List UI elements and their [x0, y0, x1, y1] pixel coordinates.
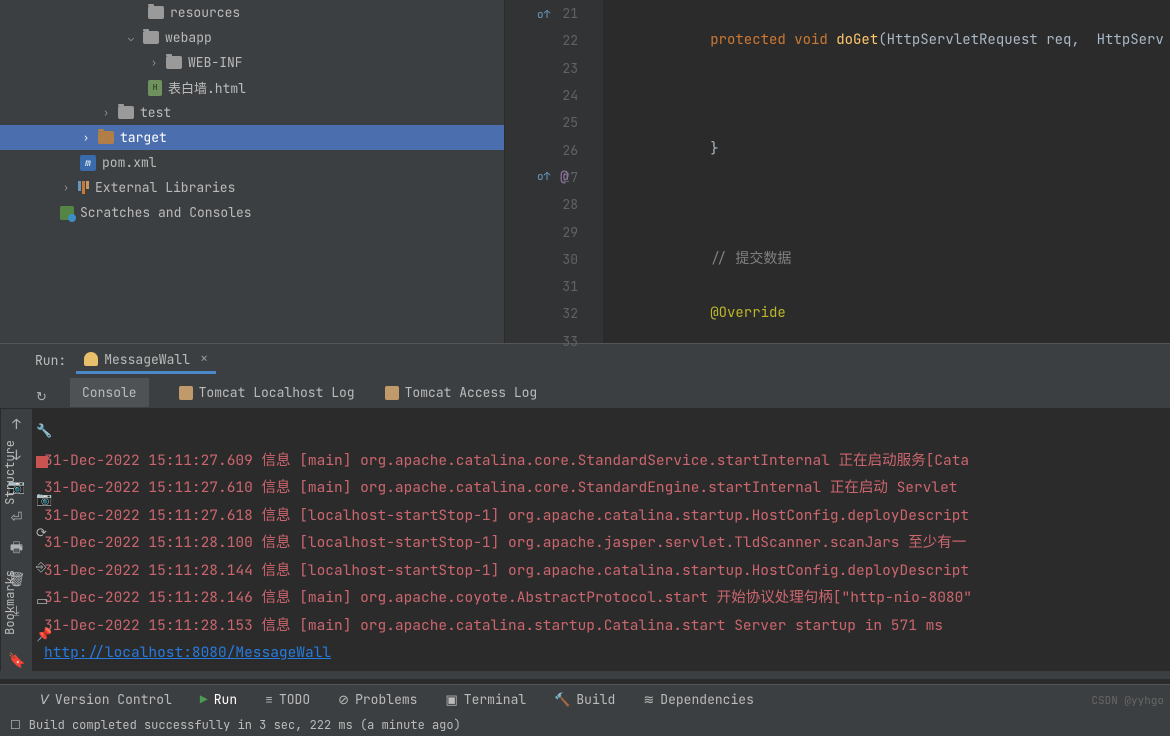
chevron-down-icon: ⌄ — [125, 32, 137, 44]
run-config-tab[interactable]: MessageWall × — [76, 347, 216, 374]
annotation-icon: @ — [560, 164, 568, 191]
maven-icon: m — [80, 155, 96, 171]
log-line: 31-Dec-2022 15:11:28.100 信息 [localhost-s… — [44, 533, 966, 552]
exit-icon[interactable]: ⎆ — [36, 558, 56, 578]
chevron-right-icon: › — [148, 57, 160, 69]
tree-html-file[interactable]: H 表白墙.html — [0, 75, 504, 100]
run-button[interactable]: ▶Run — [200, 691, 237, 708]
override-marker-icon[interactable]: o↑ — [537, 164, 550, 191]
close-icon[interactable]: × — [200, 350, 208, 368]
log-line: 31-Dec-2022 15:11:28.153 信息 [main] org.a… — [44, 616, 943, 635]
tree-label: pom.xml — [102, 154, 157, 171]
code-content[interactable]: protected void doGet(HttpServletRequest … — [603, 0, 1170, 343]
console-tab[interactable]: Console — [70, 378, 149, 407]
tree-webapp[interactable]: ⌄ webapp — [0, 25, 504, 50]
tomcat-icon — [179, 386, 193, 400]
folder-icon — [143, 31, 159, 44]
override-marker-icon[interactable]: o↑ — [537, 2, 550, 29]
console-output[interactable]: 31-Dec-2022 15:11:27.609 信息 [main] org.a… — [32, 409, 1170, 671]
log-line: 31-Dec-2022 15:11:27.610 信息 [main] org.a… — [44, 478, 966, 497]
todo-button[interactable]: ≡TODO — [265, 691, 310, 708]
deploy-icon[interactable]: ⟳ — [36, 524, 56, 544]
run-label: Run: — [35, 352, 66, 369]
folder-icon — [166, 56, 182, 69]
status-icon: ☐ — [10, 717, 21, 733]
structure-tool-button[interactable]: Structure — [2, 440, 18, 505]
bookmarks-tool-button[interactable]: Bookmarks — [2, 570, 18, 635]
version-control-button[interactable]: 𝘝Version Control — [40, 691, 172, 708]
chevron-right-icon: › — [80, 132, 92, 144]
tree-label: Scratches and Consoles — [80, 204, 252, 221]
scratch-icon — [60, 206, 74, 220]
tree-test[interactable]: › test — [0, 100, 504, 125]
watermark: CSDN @yyhgo — [1091, 694, 1164, 708]
up-arrow-icon[interactable]: ↑ — [7, 415, 27, 435]
tree-resources[interactable]: resources — [0, 0, 504, 25]
html-file-icon: H — [148, 80, 162, 96]
soft-wrap-icon[interactable]: ⏎ — [7, 508, 27, 528]
pin-icon[interactable]: 📌 — [36, 626, 56, 646]
folder-icon — [118, 106, 134, 119]
folder-icon — [98, 131, 114, 144]
tree-label: resources — [170, 4, 240, 21]
tree-label: External Libraries — [95, 179, 235, 196]
tree-target[interactable]: › target — [0, 125, 504, 150]
wrench-icon[interactable]: 🔧 — [36, 422, 56, 442]
tree-external-libraries[interactable]: › External Libraries — [0, 175, 504, 200]
terminal-button[interactable]: ▣Terminal — [445, 691, 526, 708]
bottom-tool-bar: 𝘝Version Control ▶Run ≡TODO ⊘Problems ▣T… — [0, 684, 1170, 714]
library-icon — [78, 181, 89, 194]
status-text: Build completed successfully in 3 sec, 2… — [29, 717, 461, 733]
tree-label: 表白墙.html — [168, 78, 246, 97]
server-url-link[interactable]: http://localhost:8080/MessageWall — [44, 643, 331, 662]
tree-label: webapp — [165, 29, 212, 46]
folder-icon — [148, 6, 164, 19]
log-line: 31-Dec-2022 15:11:27.609 信息 [main] org.a… — [44, 451, 969, 470]
tree-label: WEB-INF — [188, 54, 243, 71]
code-editor[interactable]: o↑21 22 23 24 25 26 o↑@27 28 29 30 31 32… — [505, 0, 1170, 343]
tomcat-run-icon — [84, 352, 98, 366]
tree-webinf[interactable]: › WEB-INF — [0, 50, 504, 75]
tomcat-icon — [385, 386, 399, 400]
editor-gutter: o↑21 22 23 24 25 26 o↑@27 28 29 30 31 32… — [505, 0, 603, 343]
tree-label: test — [140, 104, 171, 121]
camera-icon[interactable]: 📷 — [36, 490, 56, 510]
print-icon[interactable]: 🖶 — [7, 539, 27, 559]
log-line: 31-Dec-2022 15:11:27.618 信息 [localhost-s… — [44, 506, 969, 525]
tree-scratches[interactable]: Scratches and Consoles — [0, 200, 504, 225]
run-tool-window: Run: MessageWall × Console Tomcat Localh… — [0, 343, 1170, 679]
chevron-right-icon: › — [60, 182, 72, 194]
tomcat-access-log-tab[interactable]: Tomcat Access Log — [385, 384, 538, 401]
rerun-icon[interactable]: ↻ — [36, 388, 56, 408]
tree-pom[interactable]: m pom.xml — [0, 150, 504, 175]
dependencies-button[interactable]: ≋Dependencies — [643, 691, 754, 708]
log-line: 31-Dec-2022 15:11:28.146 信息 [main] org.a… — [44, 588, 972, 607]
log-line: 31-Dec-2022 15:11:28.144 信息 [localhost-s… — [44, 561, 969, 580]
stop-icon[interactable] — [36, 456, 56, 476]
layout-icon[interactable]: ▭ — [36, 592, 56, 612]
project-tree[interactable]: resources ⌄ webapp › WEB-INF H 表白墙.html › te… — [0, 0, 505, 343]
problems-button[interactable]: ⊘Problems — [338, 691, 417, 708]
run-config-name: MessageWall — [104, 351, 190, 368]
tomcat-localhost-log-tab[interactable]: Tomcat Localhost Log — [179, 384, 355, 401]
bookmark-icon: 🔖 — [8, 652, 25, 670]
chevron-right-icon: › — [100, 107, 112, 119]
build-button[interactable]: 🔨Build — [554, 691, 615, 708]
status-bar: ☐ Build completed successfully in 3 sec,… — [0, 714, 1170, 736]
tree-label: target — [120, 129, 167, 146]
